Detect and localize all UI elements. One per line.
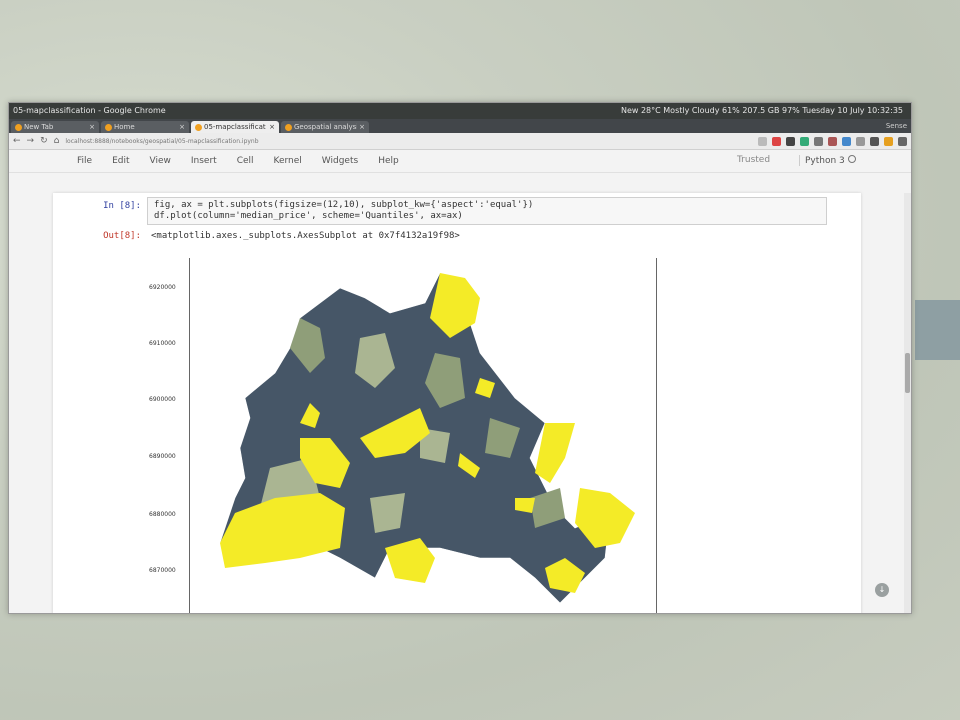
close-tab-icon[interactable]: ×: [269, 121, 275, 133]
close-tab-icon[interactable]: ×: [359, 121, 365, 133]
url-field[interactable]: localhost:8888/notebooks/geospatial/05-m…: [65, 136, 315, 147]
choropleth-map: [219, 272, 635, 604]
y-tick-label: 6910000: [149, 340, 176, 347]
close-tab-icon[interactable]: ×: [89, 121, 95, 133]
menu-widgets[interactable]: Widgets: [312, 150, 368, 172]
menu-kernel[interactable]: Kernel: [264, 150, 312, 172]
address-bar: ← → ↻ ⌂ localhost:8888/notebooks/geospat…: [9, 133, 911, 150]
page-scrollbar[interactable]: [904, 193, 911, 613]
forward-icon[interactable]: →: [27, 136, 35, 146]
tab-notebook-active[interactable]: 05-mapclassificat ×: [191, 121, 279, 133]
system-top-bar: 05-mapclassification - Google Chrome New…: [9, 103, 911, 119]
tab-new-tab[interactable]: New Tab ×: [11, 121, 99, 133]
notebook-menubar: File Edit View Insert Cell Kernel Widget…: [9, 150, 911, 173]
y-tick-label: 6890000: [149, 453, 176, 460]
tab-favicon-icon: [105, 123, 112, 131]
back-icon[interactable]: ←: [13, 136, 21, 146]
menu-icon[interactable]: [898, 136, 907, 146]
output-prompt: Out[8]:: [103, 231, 141, 241]
extension-icon[interactable]: [800, 136, 809, 146]
menu-edit[interactable]: Edit: [102, 150, 139, 172]
extension-icon[interactable]: [870, 136, 879, 146]
menu-file[interactable]: File: [67, 150, 102, 172]
extension-icon[interactable]: [758, 136, 767, 146]
extension-icons: [758, 136, 907, 146]
trusted-indicator[interactable]: Trusted: [737, 155, 770, 165]
y-tick-label: 6920000: [149, 284, 176, 291]
reload-icon[interactable]: ↻: [40, 136, 48, 146]
code-line: df.plot(column='median_price', scheme='Q…: [154, 211, 463, 221]
kernel-name: Python 3: [805, 156, 845, 166]
y-tick-label: 6880000: [149, 511, 176, 518]
home-icon[interactable]: ⌂: [54, 136, 60, 146]
code-cell[interactable]: In [8]: fig, ax = plt.subplots(figsize=(…: [61, 197, 829, 227]
code-editor[interactable]: fig, ax = plt.subplots(figsize=(12,10), …: [147, 197, 827, 225]
background-decoration: [915, 300, 960, 360]
y-tick-label: 6900000: [149, 396, 176, 403]
input-prompt: In [8]:: [103, 201, 141, 211]
y-tick-label: 6870000: [149, 567, 176, 574]
kernel-status-icon: [847, 155, 856, 163]
extension-icon[interactable]: [884, 136, 893, 146]
tab-geospatial[interactable]: Geospatial analysis ×: [281, 121, 369, 133]
close-tab-icon[interactable]: ×: [179, 121, 185, 133]
extension-icon[interactable]: [856, 136, 865, 146]
window-title: 05-mapclassification - Google Chrome: [13, 106, 166, 115]
tab-favicon-icon: [15, 123, 22, 131]
tab-home[interactable]: Home ×: [101, 121, 189, 133]
extension-icon[interactable]: [786, 136, 795, 146]
browser-window: 05-mapclassification - Google Chrome New…: [8, 102, 912, 614]
profile-label[interactable]: Sense: [886, 119, 911, 133]
system-status: New 28°C Mostly Cloudy 61% 207.5 GB 97% …: [620, 106, 903, 115]
extension-icon[interactable]: [772, 136, 781, 146]
menu-view[interactable]: View: [140, 150, 181, 172]
map-region: [370, 493, 405, 533]
menu-insert[interactable]: Insert: [181, 150, 227, 172]
tab-favicon-icon: [285, 123, 292, 131]
extension-icon[interactable]: [814, 136, 823, 146]
menu-help[interactable]: Help: [368, 150, 409, 172]
tab-bar: New Tab × Home × 05-mapclassificat × Geospa…: [9, 119, 911, 133]
menu-list: File Edit View Insert Cell Kernel Widget…: [67, 150, 409, 172]
extension-icon[interactable]: [842, 136, 851, 146]
map-plot-area: [189, 258, 657, 613]
scrollbar-thumb[interactable]: [905, 353, 910, 393]
kernel-indicator[interactable]: Python 3: [799, 155, 856, 166]
menu-cell[interactable]: Cell: [227, 150, 264, 172]
extension-icon[interactable]: [828, 136, 837, 146]
download-icon[interactable]: ↓: [875, 583, 889, 597]
tab-favicon-icon: [195, 123, 202, 131]
output-text: <matplotlib.axes._subplots.AxesSubplot a…: [151, 231, 460, 241]
code-line: fig, ax = plt.subplots(figsize=(12,10), …: [154, 200, 534, 210]
